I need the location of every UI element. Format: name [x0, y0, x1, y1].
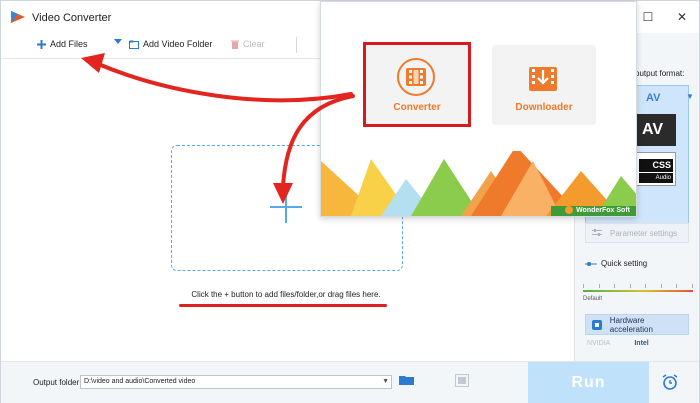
- hardware-acceleration-toggle[interactable]: Hardware acceleration: [585, 314, 689, 335]
- chevron-down-icon: [114, 39, 122, 44]
- hint-underline-annotation: [179, 304, 387, 307]
- format-tile-audio-text: CSS: [639, 159, 673, 172]
- checkbox-icon: [592, 319, 602, 330]
- downloader-card[interactable]: Downloader: [492, 45, 596, 125]
- toolbar-divider: [296, 37, 297, 53]
- output-format-label: output format:: [635, 69, 685, 78]
- format-tile-video: AV: [636, 114, 676, 146]
- download-icon: [529, 67, 557, 91]
- chevron-down-icon: ▼: [382, 378, 389, 385]
- alarm-clock-icon[interactable]: [662, 374, 678, 390]
- sliders-icon: [592, 229, 602, 236]
- video-converter-window: Video Converter Add Files Add Video Fold…: [0, 0, 700, 403]
- app-logo-icon: [11, 11, 25, 23]
- intel-logo: Intel: [634, 340, 649, 347]
- converter-highlight-box: [363, 42, 471, 127]
- format-tile-audio-sub: Audio: [639, 173, 673, 183]
- toolbar: Add Files Add Video Folder Clear: [1, 33, 321, 59]
- format-tile-audio: CSS Audio: [636, 152, 676, 186]
- output-folder-label: Output folder:: [33, 378, 82, 387]
- close-button[interactable]: ✕: [665, 1, 699, 33]
- gpu-vendors: NVIDIA Intel: [587, 340, 649, 347]
- clear-button[interactable]: Clear: [231, 39, 265, 49]
- folder-plus-icon: [129, 40, 139, 49]
- parameter-settings-label: Parameter settings: [610, 228, 678, 238]
- slider-icon: [585, 261, 597, 266]
- output-folder-select[interactable]: D:\video and audio\Converted video ▼: [80, 375, 392, 389]
- close-icon: ✕: [676, 10, 688, 24]
- add-plus-icon-bar[interactable]: [270, 206, 302, 208]
- quick-setting[interactable]: Quick setting: [585, 259, 647, 268]
- brand-watermark: WonderFox Soft: [565, 206, 630, 214]
- hardware-acceleration-label: Hardware acceleration: [609, 315, 653, 334]
- format-name: AV: [646, 92, 661, 104]
- quick-setting-label: Quick setting: [601, 259, 648, 268]
- trash-icon: [231, 40, 239, 49]
- run-button[interactable]: Run: [528, 362, 649, 403]
- app-title: Video Converter: [32, 12, 112, 24]
- nvidia-logo: NVIDIA: [587, 340, 611, 347]
- merge-icon[interactable]: [455, 374, 469, 387]
- brand-logo-icon: [565, 206, 574, 214]
- parameter-settings-button[interactable]: Parameter settings: [585, 223, 689, 243]
- chevron-down-icon: ▼: [686, 92, 694, 101]
- add-files-button[interactable]: Add Files: [37, 39, 88, 49]
- output-folder-value: D:\video and audio\Converted video: [84, 378, 196, 385]
- open-folder-icon[interactable]: [399, 374, 415, 386]
- add-files-dropdown[interactable]: [114, 39, 122, 45]
- add-video-folder-button[interactable]: Add Video Folder: [129, 39, 212, 49]
- brand-name: WonderFox Soft: [576, 206, 630, 214]
- add-files-label: Add Files: [50, 39, 88, 49]
- maximize-icon: ☐: [642, 10, 654, 24]
- plus-icon: [37, 39, 46, 49]
- mode-switch-popup: Converter Downloader WonderFox Soft: [320, 1, 637, 217]
- quality-default-label: Default: [583, 296, 603, 302]
- clear-label: Clear: [243, 39, 265, 49]
- quality-slider[interactable]: [583, 290, 693, 292]
- drop-hint-text: Click the + button to add files/folder,o…: [191, 290, 381, 299]
- downloader-label: Downloader: [515, 102, 573, 113]
- add-video-folder-label: Add Video Folder: [143, 39, 213, 49]
- bottom-bar: Output folder: D:\video and audio\Conver…: [1, 361, 699, 403]
